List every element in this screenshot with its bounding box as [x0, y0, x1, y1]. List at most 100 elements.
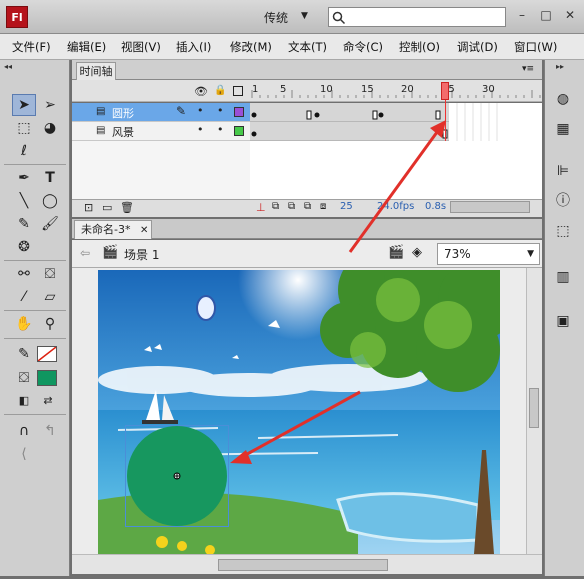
- hand-tool-icon[interactable]: ✋: [12, 313, 36, 335]
- eraser-tool-icon[interactable]: ▱: [38, 286, 62, 308]
- help-search-input[interactable]: [328, 7, 506, 27]
- eyedropper-tool-icon[interactable]: ⁄: [12, 286, 36, 308]
- close-tab-icon[interactable]: ✕: [140, 225, 148, 236]
- menu-insert[interactable]: 插入(I): [176, 39, 211, 55]
- layer-name[interactable]: 风景: [112, 124, 134, 140]
- pen-tool-icon[interactable]: ✒: [12, 167, 36, 189]
- stroke-color-icon[interactable]: ✎: [12, 343, 36, 365]
- free-transform-tool-icon[interactable]: ⬚: [12, 117, 36, 139]
- smooth-icon[interactable]: ↰: [38, 420, 62, 442]
- deco-tool-icon[interactable]: ❂: [12, 236, 36, 258]
- library-panel-icon[interactable]: ▥: [552, 266, 574, 288]
- swap-colors-icon[interactable]: ⇄: [36, 390, 60, 412]
- onion-outline-icon[interactable]: ⧉: [288, 201, 295, 212]
- new-layer-icon[interactable]: ⊡: [84, 201, 93, 214]
- maximize-button[interactable]: □: [536, 6, 556, 24]
- playhead[interactable]: [441, 82, 449, 100]
- onion-markers-icon[interactable]: ⧈: [320, 201, 326, 212]
- snap-to-objects-icon[interactable]: ∩: [12, 420, 36, 442]
- workspace-dropdown-icon[interactable]: ▼: [301, 11, 308, 21]
- expand-icon[interactable]: ▸▸: [556, 62, 564, 71]
- chevron-down-icon: ▼: [527, 249, 534, 259]
- show-hide-icon[interactable]: 👁: [194, 85, 208, 98]
- back-arrow-icon[interactable]: ⇦: [80, 246, 90, 260]
- layer-color[interactable]: [234, 107, 244, 117]
- onion-skin-icon[interactable]: ⧉: [272, 201, 279, 212]
- straighten-icon[interactable]: ⟨: [12, 443, 36, 465]
- timeline-hscroll[interactable]: [450, 201, 530, 213]
- 3d-rotation-tool-icon[interactable]: ◕: [38, 117, 62, 139]
- menu-text[interactable]: 文本(T): [288, 39, 327, 55]
- selection-tool-icon[interactable]: ➤: [12, 94, 36, 116]
- info-panel-icon[interactable]: ⓘ: [552, 190, 574, 212]
- paint-bucket-tool-icon[interactable]: ⛋: [38, 263, 62, 285]
- divider: [4, 310, 66, 311]
- visible-dot[interactable]: •: [197, 123, 204, 136]
- lock-dot[interactable]: •: [217, 123, 224, 136]
- divider: [4, 414, 66, 415]
- divider: [4, 338, 66, 339]
- current-frame[interactable]: 25: [340, 201, 353, 212]
- circle-shape[interactable]: [125, 425, 229, 527]
- align-panel-icon[interactable]: ⊫: [552, 160, 574, 182]
- lasso-tool-icon[interactable]: ℓ: [12, 140, 36, 162]
- swatches-panel-icon[interactable]: ▦: [552, 118, 574, 140]
- layer-icon: ▤: [96, 106, 106, 117]
- keyframes[interactable]: [250, 103, 542, 141]
- subselection-tool-icon[interactable]: ➢: [38, 94, 62, 116]
- scroll-thumb[interactable]: [529, 388, 539, 428]
- layer-name[interactable]: 圆形: [112, 105, 134, 121]
- close-button[interactable]: ✕: [560, 6, 580, 24]
- line-tool-icon[interactable]: ╲: [12, 190, 36, 212]
- divider: [4, 260, 66, 261]
- pencil-tool-icon[interactable]: ✎: [12, 213, 36, 235]
- minimize-button[interactable]: –: [512, 6, 532, 24]
- fill-color-icon[interactable]: ⛋: [12, 367, 36, 389]
- outline-icon[interactable]: [233, 86, 243, 96]
- edit-multiple-frames-icon[interactable]: ⧉: [304, 201, 311, 212]
- scene-name[interactable]: 场景 1: [124, 246, 159, 263]
- menu-view[interactable]: 视图(V): [121, 39, 161, 55]
- oval-tool-icon[interactable]: ◯: [38, 190, 62, 212]
- black-white-icon[interactable]: ◧: [12, 390, 36, 412]
- visible-dot[interactable]: •: [197, 104, 204, 117]
- collapse-icon[interactable]: ◂◂: [4, 62, 12, 71]
- menu-control[interactable]: 控制(O): [399, 39, 440, 55]
- menu-debug[interactable]: 调试(D): [457, 39, 498, 55]
- menu-edit[interactable]: 编辑(E): [67, 39, 106, 55]
- color-panel-icon[interactable]: ◍: [552, 88, 574, 110]
- menu-window[interactable]: 窗口(W): [514, 39, 557, 55]
- menu-modify[interactable]: 修改(M): [230, 39, 272, 55]
- menu-file[interactable]: 文件(F): [12, 39, 51, 55]
- stage-hscroll[interactable]: [72, 554, 542, 574]
- frame-rate[interactable]: 24.0fps: [377, 201, 414, 212]
- stage-vscroll[interactable]: [526, 268, 542, 554]
- edit-symbols-icon[interactable]: ◈: [412, 245, 422, 260]
- stage[interactable]: [98, 270, 500, 554]
- panel-menu-icon[interactable]: ▾≡: [522, 64, 534, 74]
- menu-commands[interactable]: 命令(C): [343, 39, 383, 55]
- layer-color[interactable]: [234, 126, 244, 136]
- stroke-color-swatch[interactable]: [37, 346, 57, 362]
- scroll-thumb[interactable]: [218, 559, 388, 571]
- zoom-select[interactable]: 73% ▼: [437, 243, 540, 265]
- zoom-tool-icon[interactable]: ⚲: [38, 313, 62, 335]
- workspace-label[interactable]: 传统: [264, 9, 288, 26]
- transform-panel-icon[interactable]: ⬚: [552, 220, 574, 242]
- layer-list-empty: [72, 141, 250, 199]
- lock-icon[interactable]: 🔒: [214, 85, 226, 96]
- center-frame-icon[interactable]: ⊥: [256, 201, 266, 214]
- edit-scene-icon[interactable]: 🎬: [388, 245, 404, 260]
- bone-tool-icon[interactable]: ⚯: [12, 263, 36, 285]
- pencil-icon: ✎: [176, 104, 187, 118]
- fill-color-swatch[interactable]: [37, 370, 57, 386]
- delete-icon[interactable]: 🗑: [120, 201, 134, 214]
- tab-document[interactable]: 未命名-3* ✕: [74, 220, 152, 239]
- frame-number: 30: [482, 84, 495, 95]
- tab-timeline[interactable]: 时间轴: [76, 62, 116, 80]
- lock-dot[interactable]: •: [217, 104, 224, 117]
- text-tool-icon[interactable]: T: [38, 167, 62, 189]
- new-folder-icon[interactable]: ▭: [102, 201, 112, 214]
- components-panel-icon[interactable]: ▣: [552, 310, 574, 332]
- brush-tool-icon[interactable]: 🖌: [38, 213, 62, 235]
